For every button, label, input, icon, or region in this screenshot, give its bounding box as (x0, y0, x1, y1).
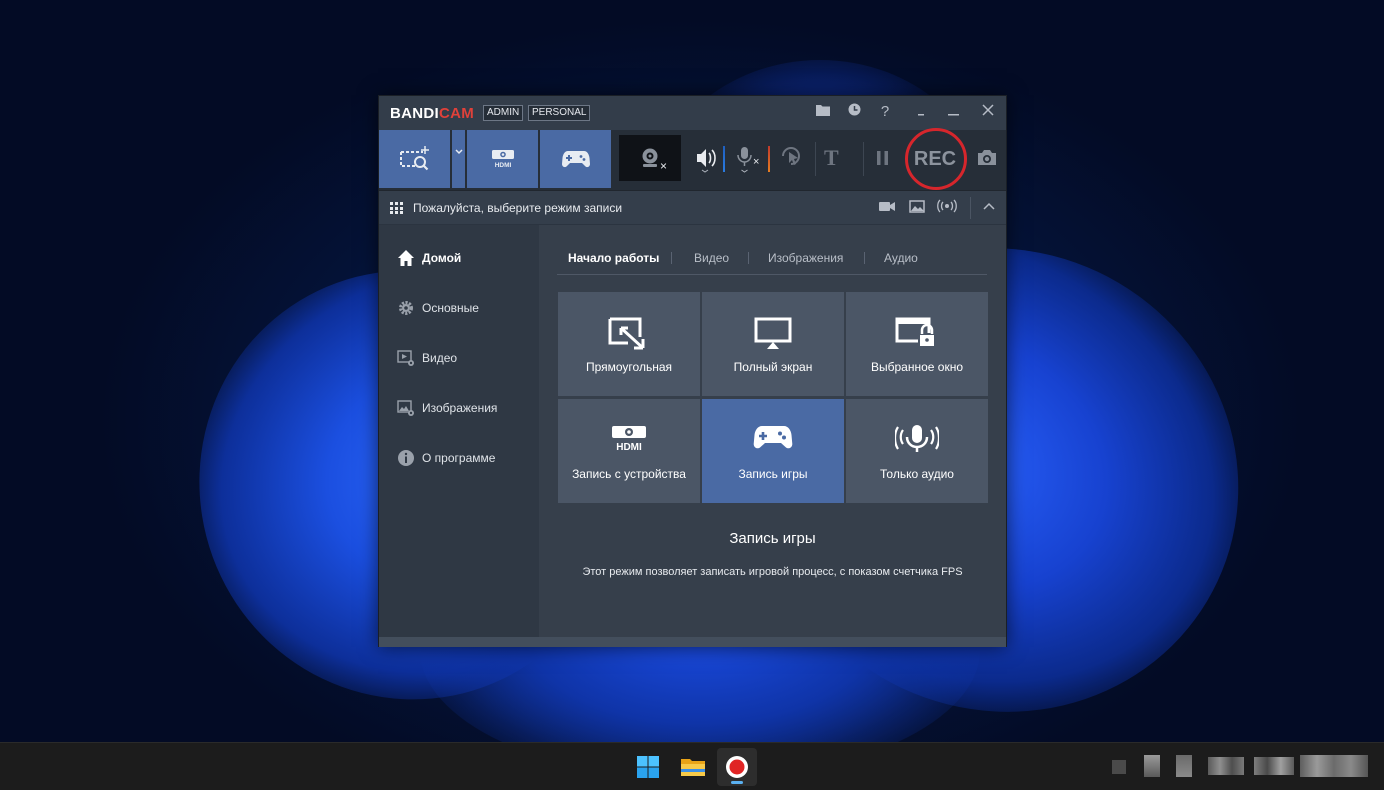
video-record-icon[interactable] (877, 199, 897, 217)
speaker-icon (697, 149, 716, 173)
status-bar: Пожалуйста, выберите режим записи (379, 190, 1006, 224)
sidebar-item-video[interactable]: Видео (397, 348, 457, 368)
camera-icon (978, 150, 996, 165)
folder-icon[interactable] (810, 100, 836, 124)
text-overlay-icon[interactable]: T (824, 144, 846, 174)
microphone-audio-icon (895, 425, 939, 452)
webcam-icon (642, 148, 658, 167)
content-area: Домой Основные Видео Изображения О прогр… (379, 225, 1006, 637)
webcam-off-icon: × (660, 159, 668, 173)
close-icon[interactable] (975, 100, 1001, 124)
rec-highlight-circle (905, 128, 967, 190)
mode-device-tile[interactable]: HDMI Запись с устройства (558, 399, 700, 503)
cursor-click-icon (782, 147, 800, 165)
image-icon[interactable] (907, 199, 927, 217)
clock-icon[interactable] (841, 100, 867, 124)
tab-bar: Начало работы Видео Изображения Аудио (557, 247, 987, 275)
taskbar (0, 742, 1384, 790)
mode-audio-tile[interactable]: Только аудио (846, 399, 988, 503)
window-bottom-bar (379, 637, 1006, 647)
hdmi-icon: HDMI (491, 150, 514, 168)
main-panel: Начало работы Видео Изображения Аудио Пр… (539, 225, 1006, 637)
mode-rectangle-tile[interactable]: Прямоугольная (558, 292, 700, 396)
svg-text:×: × (753, 156, 759, 168)
mode-tiles: Прямоугольная Полный экран Выбранное окн… (558, 292, 988, 504)
speaker-button[interactable] (695, 144, 717, 174)
mode-window-tile[interactable]: Выбранное окно (846, 292, 988, 396)
mode-game-tile[interactable]: Запись игры (702, 399, 844, 503)
rectangle-mode-button[interactable] (379, 130, 450, 188)
info-icon (398, 450, 414, 466)
tab-images[interactable]: Изображения (768, 251, 843, 265)
mode-fullscreen-tile[interactable]: Полный экран (702, 292, 844, 396)
chevron-up-icon[interactable] (979, 199, 999, 217)
screenshot-button[interactable] (976, 144, 998, 174)
video-settings-icon (397, 350, 414, 366)
locked-window-icon (895, 317, 936, 348)
pause-icon (877, 151, 888, 165)
file-explorer-button[interactable] (673, 748, 713, 786)
svg-text:HDMI: HDMI (616, 442, 642, 453)
chevron-down-icon (454, 149, 463, 155)
cursor-effect-button[interactable] (779, 144, 803, 174)
tab-getting-started[interactable]: Начало работы (568, 251, 659, 265)
svg-text:HDMI: HDMI (494, 162, 511, 168)
windows-logo-icon (637, 756, 659, 778)
sidebar-item-images[interactable]: Изображения (397, 398, 497, 418)
sidebar-item-home[interactable]: Домой (397, 248, 461, 268)
tab-video[interactable]: Видео (694, 251, 729, 265)
grid-icon (390, 202, 403, 214)
mode-description-text: Этот режим позволяет записать игровой пр… (582, 566, 963, 578)
microphone-button[interactable]: × (735, 144, 763, 174)
bandicam-taskbar-button[interactable] (717, 748, 757, 786)
gear-icon (399, 301, 413, 315)
app-logo: BANDICAM (390, 105, 475, 122)
gamepad-icon (753, 426, 793, 449)
microphone-icon: × (737, 147, 759, 173)
fullscreen-monitor-icon (754, 317, 792, 349)
license-badge: PERSONAL (528, 105, 591, 121)
webcam-preview[interactable]: × (619, 135, 681, 181)
image-settings-icon (397, 400, 414, 416)
help-icon[interactable]: ? (872, 100, 898, 124)
broadcast-icon[interactable] (937, 199, 957, 217)
mode-description-title: Запись игры (729, 530, 816, 547)
start-button[interactable] (628, 748, 668, 786)
rectangle-select-icon (608, 317, 645, 350)
gamepad-icon (561, 151, 590, 168)
bandicam-window: BANDICAM ADMIN PERSONAL ? HDMI × × T REC… (378, 95, 1007, 647)
game-mode-button[interactable] (540, 130, 611, 188)
pause-button[interactable] (875, 144, 891, 174)
record-icon (726, 756, 748, 778)
title-bar: BANDICAM ADMIN PERSONAL ? (379, 96, 1006, 130)
rectangle-search-icon (399, 146, 429, 171)
status-text: Пожалуйста, выберите режим записи (413, 201, 623, 215)
folder-icon (681, 759, 705, 776)
home-icon (398, 250, 414, 266)
mode-dropdown-button[interactable] (452, 130, 465, 188)
admin-badge: ADMIN (483, 105, 524, 121)
device-mode-button[interactable]: HDMI (467, 130, 538, 188)
hdmi-device-icon: HDMI (612, 426, 646, 453)
collapse-icon[interactable] (909, 100, 935, 124)
sidebar: Домой Основные Видео Изображения О прогр… (379, 225, 539, 637)
sidebar-item-about[interactable]: О программе (397, 448, 495, 468)
sidebar-item-general[interactable]: Основные (397, 298, 479, 318)
tab-audio[interactable]: Аудио (884, 251, 918, 265)
minimize-icon[interactable] (941, 100, 967, 124)
